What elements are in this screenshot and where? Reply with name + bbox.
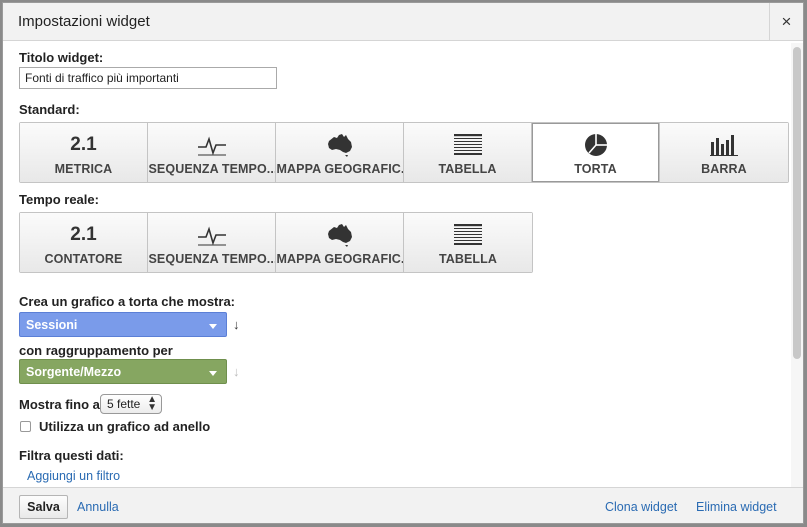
viz-label: METRICA	[54, 162, 113, 176]
widget-settings-dialog: Impostazioni widget × Titolo widget: Sta…	[2, 2, 804, 524]
dialog-content: Titolo widget: Standard: 2.1 METRICA SEQ…	[3, 41, 790, 487]
viz-bar-button[interactable]: BARRA	[660, 123, 788, 182]
standard-label: Standard:	[19, 102, 80, 117]
close-icon: ×	[781, 12, 792, 31]
table-icon	[454, 222, 482, 248]
viz-counter-button[interactable]: 2.1 CONTATORE	[20, 213, 148, 272]
chevron-down-icon	[209, 371, 217, 376]
timeline-icon	[197, 222, 227, 248]
add-filter-link[interactable]: Aggiungi un filtro	[27, 469, 120, 483]
dimension-select[interactable]: Sorgente/Mezzo	[19, 359, 227, 384]
donut-label: Utilizza un grafico ad anello	[39, 419, 211, 434]
scrollbar-thumb[interactable]	[793, 47, 801, 359]
pie-icon	[584, 132, 608, 158]
viz-timeline-button[interactable]: SEQUENZA TEMPO...	[148, 123, 276, 182]
pie-metric-label: Crea un grafico a torta che mostra:	[19, 294, 235, 309]
donut-checkbox[interactable]	[20, 421, 31, 432]
cancel-link[interactable]: Annulla	[77, 500, 119, 514]
viz-label: TORTA	[574, 162, 617, 176]
viz-label: TABELLA	[438, 162, 497, 176]
viz-label: MAPPA GEOGRAFIC...	[276, 162, 403, 176]
filter-label: Filtra questi dati:	[19, 448, 124, 463]
viz-label: CONTATORE	[44, 252, 123, 266]
viz-label: BARRA	[701, 162, 747, 176]
dimension-select-value: Sorgente/Mezzo	[26, 365, 122, 379]
widget-title-label: Titolo widget:	[19, 50, 104, 65]
clone-widget-link[interactable]: Clona widget	[605, 500, 677, 514]
realtime-viz-group: 2.1 CONTATORE SEQUENZA TEMPO... MAPPA GE…	[19, 212, 533, 273]
close-button[interactable]: ×	[769, 3, 803, 41]
viz-metric-button[interactable]: 2.1 METRICA	[20, 123, 148, 182]
grouping-label: con raggruppamento per	[19, 343, 173, 358]
widget-title-input[interactable]	[19, 67, 277, 89]
metric-select-value: Sessioni	[26, 318, 78, 332]
bar-icon	[710, 132, 738, 158]
viz-label: TABELLA	[438, 252, 498, 266]
dialog-title: Impostazioni widget	[18, 13, 150, 30]
sort-arrow-icon[interactable]: ↓	[233, 317, 240, 332]
realtime-label: Tempo reale:	[19, 192, 99, 207]
slices-select-value: 5 fette	[107, 397, 141, 411]
viz-label: MAPPA GEOGRAFIC...	[276, 252, 403, 266]
updown-icon: ▲ ▼	[147, 394, 157, 413]
table-icon	[453, 132, 482, 158]
standard-viz-group: 2.1 METRICA SEQUENZA TEMPO... MAPPA GEOG…	[19, 122, 789, 183]
dialog-titlebar: Impostazioni widget ×	[3, 3, 803, 41]
metric-select[interactable]: Sessioni	[19, 312, 227, 337]
viz-label: SEQUENZA TEMPO...	[148, 252, 275, 266]
show-up-to-label: Mostra fino a	[19, 397, 100, 412]
counter-icon: 2.1	[70, 224, 97, 245]
timeline-icon	[197, 132, 227, 158]
metric-icon: 2.1	[70, 134, 97, 155]
viz-realtime-geomap-button[interactable]: MAPPA GEOGRAFIC...	[276, 213, 404, 272]
slices-select[interactable]: 5 fette ▲ ▼	[100, 394, 162, 414]
geomap-icon	[326, 222, 354, 248]
scrollbar[interactable]	[791, 43, 803, 487]
viz-table-button[interactable]: TABELLA	[404, 123, 532, 182]
chevron-down-icon	[209, 324, 217, 329]
dialog-footer: Salva Annulla Clona widget Elimina widge…	[3, 487, 803, 523]
viz-realtime-table-button[interactable]: TABELLA	[404, 213, 532, 272]
geomap-icon	[326, 132, 354, 158]
viz-pie-button[interactable]: TORTA	[532, 123, 660, 182]
sort-arrow-icon: ↓	[233, 364, 240, 379]
viz-label: SEQUENZA TEMPO...	[148, 162, 275, 176]
delete-widget-link[interactable]: Elimina widget	[696, 500, 777, 514]
viz-geomap-button[interactable]: MAPPA GEOGRAFIC...	[276, 123, 404, 182]
viz-realtime-timeline-button[interactable]: SEQUENZA TEMPO...	[148, 213, 276, 272]
save-button[interactable]: Salva	[19, 495, 68, 519]
